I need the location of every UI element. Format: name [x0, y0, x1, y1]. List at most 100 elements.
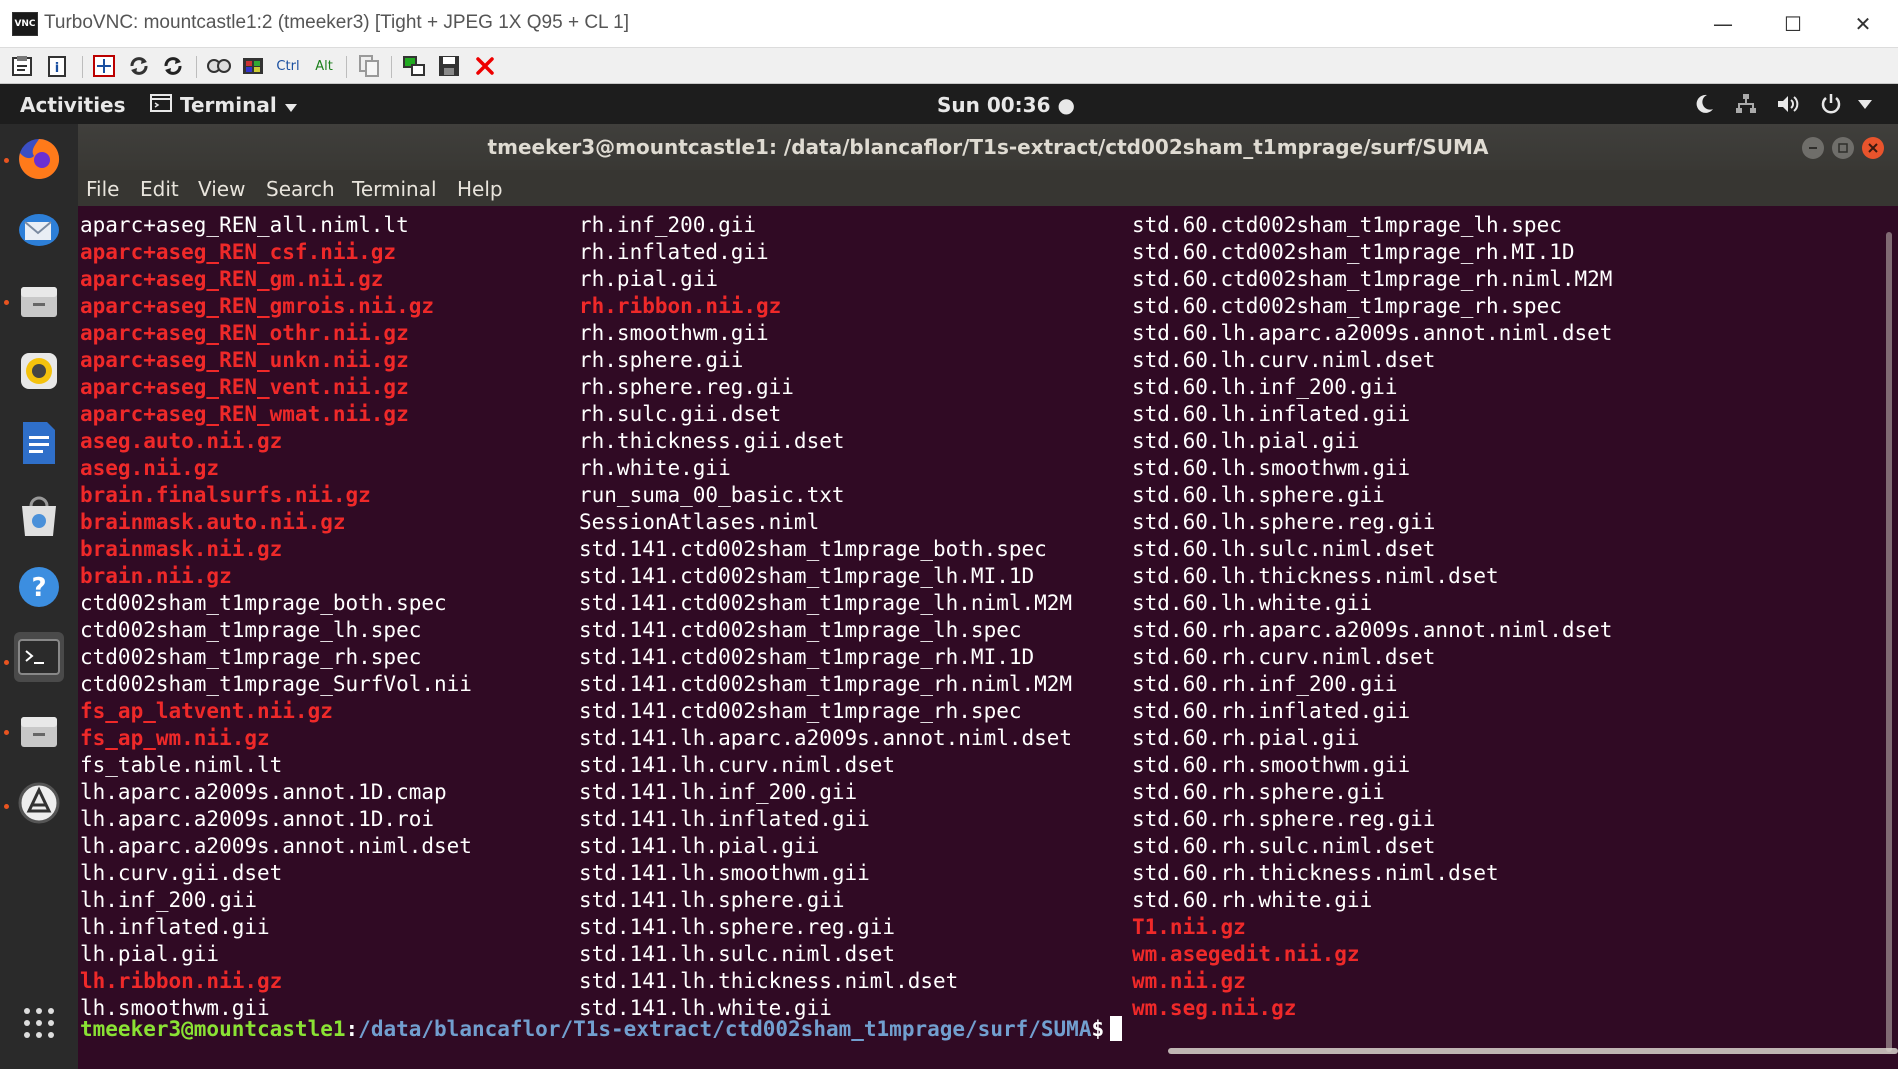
- toolbar-separator: [196, 56, 197, 78]
- horizontal-scroll-indicator[interactable]: [1168, 1048, 1898, 1054]
- file-entry: std.141.ctd002sham_t1mprage_lh.niml.M2M: [579, 591, 1073, 615]
- thunderbird-icon[interactable]: [14, 204, 64, 254]
- file-entry: std.60.lh.sulc.niml.dset: [1132, 537, 1436, 561]
- file-entry: std.60.lh.pial.gii: [1132, 429, 1360, 453]
- app-menu-label: Terminal: [180, 93, 277, 117]
- svg-text:?: ?: [31, 573, 46, 603]
- listing-column-2: rh.inf_200.gii rh.inflated.gii rh.pial.gii…: [579, 212, 1072, 1022]
- file-entry: brain.nii.gz: [80, 564, 232, 588]
- terminal-icon[interactable]: [14, 632, 64, 682]
- terminal-maximize-icon[interactable]: [1832, 137, 1854, 159]
- lossless-refresh-icon[interactable]: [161, 54, 185, 78]
- disconnect-icon[interactable]: [473, 54, 497, 78]
- file-entry: lh.pial.gii: [80, 942, 220, 966]
- file-entry: std.60.lh.smoothwm.gii: [1132, 456, 1411, 480]
- power-icon[interactable]: [1820, 92, 1842, 116]
- view-only-icon[interactable]: [241, 54, 265, 78]
- menu-terminal[interactable]: Terminal: [352, 177, 437, 201]
- files-icon[interactable]: [14, 276, 64, 326]
- file-entry: fs_table.niml.lt: [80, 753, 283, 777]
- file-entry: aseg.nii.gz: [80, 456, 220, 480]
- network-icon[interactable]: [1734, 92, 1758, 116]
- window-title: TurboVNC: mountcastle1:2 (tmeeker3) [Tig…: [44, 12, 630, 33]
- menu-search[interactable]: Search: [266, 177, 335, 201]
- software-updater-icon[interactable]: [14, 778, 64, 828]
- file-entry: aparc+aseg_REN_gmrois.nii.gz: [80, 294, 435, 318]
- file-entry: std.141.ctd002sham_t1mprage_rh.spec: [579, 699, 1022, 723]
- volume-icon[interactable]: [1776, 92, 1800, 116]
- minimize-button[interactable]: —: [1688, 0, 1758, 48]
- save-connection-icon[interactable]: [437, 54, 461, 78]
- file-entry: SessionAtlases.niml: [579, 510, 820, 534]
- menu-view[interactable]: View: [198, 177, 245, 201]
- system-menu-chevron-icon[interactable]: [1858, 92, 1872, 116]
- night-light-icon[interactable]: [1693, 92, 1715, 116]
- listing-column-1: aparc+aseg_REN_all.niml.lt aparc+aseg_REN…: [80, 212, 472, 1022]
- file-entry: brainmask.nii.gz: [80, 537, 283, 561]
- connection-options-icon[interactable]: [10, 54, 34, 78]
- file-entry: fs_ap_latvent.nii.gz: [80, 699, 333, 723]
- file-entry: std.60.rh.curv.niml.dset: [1132, 645, 1436, 669]
- file-entry: std.141.ctd002sham_t1mprage_lh.spec: [579, 618, 1022, 642]
- file-entry: std.141.lh.sulc.niml.dset: [579, 942, 896, 966]
- fullscreen-icon[interactable]: [92, 54, 116, 78]
- file-entry: std.141.lh.sphere.gii: [579, 888, 845, 912]
- file-entry: aparc+aseg_REN_wmat.nii.gz: [80, 402, 409, 426]
- running-indicator: [4, 158, 9, 163]
- show-applications-icon[interactable]: [14, 998, 64, 1048]
- file-entry: std.60.lh.sphere.gii: [1132, 483, 1385, 507]
- shell-prompt[interactable]: tmeeker3@mountcastle1:/data/blancaflor/T…: [80, 1016, 1123, 1043]
- file-entry: std.60.ctd002sham_t1mprage_lh.spec: [1132, 213, 1562, 237]
- file-entry: std.60.rh.inflated.gii: [1132, 699, 1411, 723]
- close-button[interactable]: ✕: [1828, 0, 1898, 48]
- file-entry: std.60.lh.aparc.a2009s.annot.niml.dset: [1132, 321, 1613, 345]
- zoom-icon[interactable]: [206, 54, 232, 78]
- file-entry: std.60.rh.smoothwm.gii: [1132, 753, 1411, 777]
- file-entry: std.141.lh.aparc.a2009s.annot.niml.dset: [579, 726, 1073, 750]
- software-center-icon[interactable]: [14, 490, 64, 540]
- help-icon[interactable]: ?: [14, 562, 64, 612]
- running-indicator: [4, 804, 9, 809]
- maximize-button[interactable]: ☐: [1758, 0, 1828, 48]
- terminal-minimize-icon[interactable]: [1802, 137, 1824, 159]
- file-entry: std.60.ctd002sham_t1mprage_rh.MI.1D: [1132, 240, 1575, 264]
- terminal-close-icon[interactable]: [1862, 137, 1884, 159]
- file-entry: std.60.lh.white.gii: [1132, 591, 1373, 615]
- app-menu[interactable]: Terminal: [150, 93, 297, 117]
- ctrl-key-button[interactable]: Ctrl: [276, 54, 300, 78]
- new-connection-icon[interactable]: [402, 54, 426, 78]
- menu-file[interactable]: File: [86, 177, 119, 201]
- clock[interactable]: Sun 00:36 ●: [937, 93, 1075, 117]
- terminal-scrollbar[interactable]: [1886, 232, 1892, 1052]
- file-entry: std.60.ctd002sham_t1mprage_rh.spec: [1132, 294, 1562, 318]
- alt-key-button[interactable]: Alt: [312, 54, 336, 78]
- file-entry: ctd002sham_t1mprage_both.spec: [80, 591, 447, 615]
- file-entry: std.60.lh.sphere.reg.gii: [1132, 510, 1436, 534]
- files-secondary-icon[interactable]: [14, 706, 64, 756]
- file-entry: wm.seg.nii.gz: [1132, 996, 1297, 1020]
- file-entry: wm.asegedit.nii.gz: [1132, 942, 1360, 966]
- file-entry: std.60.lh.inflated.gii: [1132, 402, 1411, 426]
- refresh-screen-icon[interactable]: [127, 54, 151, 78]
- file-entry: lh.curv.gii.dset: [80, 861, 283, 885]
- file-entry: rh.white.gii: [579, 456, 731, 480]
- file-entry: rh.sphere.gii: [579, 348, 744, 372]
- prompt-colon: :: [345, 1017, 359, 1041]
- clipboard-icon[interactable]: [357, 54, 381, 78]
- rhythmbox-icon[interactable]: [14, 346, 64, 396]
- file-entry: std.60.rh.sphere.gii: [1132, 780, 1385, 804]
- file-entry: rh.sphere.reg.gii: [579, 375, 794, 399]
- file-entry: std.60.lh.inf_200.gii: [1132, 375, 1398, 399]
- menu-edit[interactable]: Edit: [140, 177, 179, 201]
- turbovnc-logo-icon: VNC: [12, 12, 38, 36]
- activities-button[interactable]: Activities: [20, 93, 126, 117]
- file-entry: aparc+aseg_REN_gm.nii.gz: [80, 267, 384, 291]
- file-entry: rh.inflated.gii: [579, 240, 769, 264]
- connection-info-icon[interactable]: i: [45, 54, 69, 78]
- menu-help[interactable]: Help: [457, 177, 503, 201]
- libreoffice-writer-icon[interactable]: [14, 418, 64, 468]
- terminal-titlebar[interactable]: tmeeker3@mountcastle1: /data/blancaflor/…: [78, 124, 1898, 170]
- file-entry: std.141.ctd002sham_t1mprage_rh.niml.M2M: [579, 672, 1073, 696]
- firefox-icon[interactable]: [14, 134, 64, 184]
- terminal-output[interactable]: aparc+aseg_REN_all.niml.lt aparc+aseg_REN…: [78, 206, 1898, 1069]
